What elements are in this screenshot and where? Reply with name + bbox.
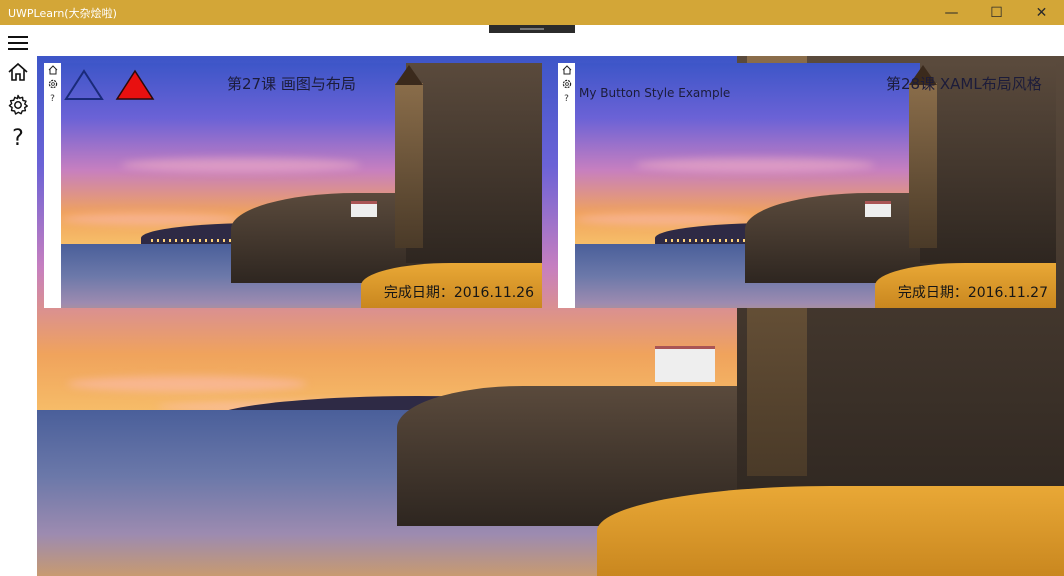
- nav-settings-button[interactable]: [3, 90, 33, 120]
- tile-title: 第28课 XAML布局风格: [886, 75, 1042, 93]
- nav-help-button[interactable]: ?: [3, 123, 33, 153]
- drag-handle[interactable]: [489, 25, 575, 33]
- tile-title: 第27课 画图与布局: [227, 75, 356, 93]
- help-question-icon: ?: [12, 125, 24, 151]
- settings-gear-icon: [48, 79, 57, 88]
- close-button[interactable]: ✕: [1019, 0, 1064, 25]
- settings-gear-icon: [8, 94, 28, 115]
- tile-settings-button[interactable]: [560, 77, 573, 90]
- outline-triangle-icon: [64, 69, 104, 100]
- settings-gear-icon: [562, 79, 571, 88]
- tile-mini-pane: ?: [44, 63, 61, 308]
- tile-home-button[interactable]: [46, 63, 59, 76]
- navigation-pane: ?: [0, 25, 37, 576]
- home-icon: [562, 64, 571, 74]
- title-bar: UWPLearn(大杂烩啦) — ☐ ✕: [0, 0, 1064, 25]
- tile-completion-date: 完成日期：2016.11.27: [897, 285, 1048, 301]
- maximize-button[interactable]: ☐: [974, 0, 1019, 25]
- minimize-button[interactable]: —: [929, 0, 974, 25]
- hamburger-menu-button[interactable]: [3, 28, 33, 58]
- tile-settings-button[interactable]: [46, 77, 59, 90]
- hamburger-menu-icon: [8, 36, 28, 50]
- button-style-example-button[interactable]: My Button Style Example: [579, 86, 730, 100]
- window-title: UWPLearn(大杂烩啦): [8, 7, 117, 20]
- help-question-icon: ?: [564, 93, 569, 104]
- tile-completion-date: 完成日期：2016.11.26: [383, 285, 534, 301]
- lesson-27-tile[interactable]: ? 第27课 画图与布局 完成日期：2016.11.26: [44, 63, 542, 308]
- nav-home-button[interactable]: [3, 57, 33, 87]
- lesson-28-tile[interactable]: ? My Button Style Example 第28课 XAML布局风格 …: [558, 63, 1056, 308]
- tile-help-button[interactable]: ?: [560, 92, 573, 105]
- minimize-icon: —: [944, 4, 959, 21]
- filled-red-triangle-icon: [115, 69, 155, 100]
- home-icon: [48, 64, 57, 74]
- tile-mini-pane: ?: [558, 63, 575, 308]
- tile-help-button[interactable]: ?: [46, 92, 59, 105]
- tile-home-button[interactable]: [560, 63, 573, 76]
- maximize-icon: ☐: [990, 4, 1003, 21]
- home-icon: [8, 62, 28, 81]
- close-icon: ✕: [1035, 4, 1048, 21]
- help-question-icon: ?: [50, 93, 55, 104]
